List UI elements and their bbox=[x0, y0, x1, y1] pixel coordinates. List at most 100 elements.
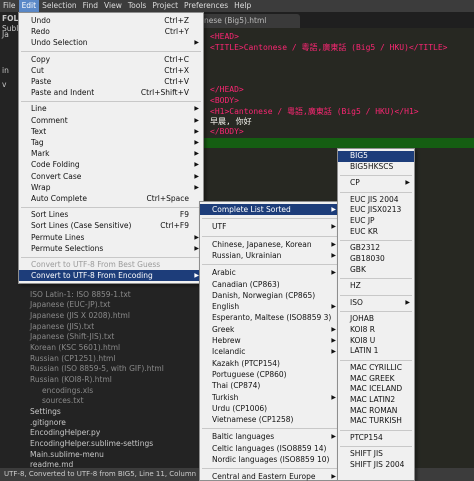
menu-item-nordic-languages-iso8859-10[interactable]: Nordic languages (ISO8859 10) bbox=[200, 454, 340, 465]
menu-edit[interactable]: Edit bbox=[18, 0, 40, 12]
sidebar-file[interactable]: Main.sublime-menu bbox=[30, 450, 104, 459]
menu-item-gbk[interactable]: GBK bbox=[338, 265, 414, 276]
menu-item-celtic-languages-iso8859-14[interactable]: Celtic languages (ISO8859 14) bbox=[200, 443, 340, 454]
menu-item-portuguese-cp860[interactable]: Portuguese (CP860) bbox=[200, 369, 340, 380]
menu-item-cp[interactable]: CP ▶ bbox=[338, 178, 414, 189]
menu-item-mac-latin2[interactable]: MAC LATIN2 bbox=[338, 395, 414, 406]
menu-item-shift-jis-2004[interactable]: SHIFT JIS 2004 bbox=[338, 460, 414, 471]
submenu-arrow-icon: ▶ bbox=[405, 179, 410, 187]
menu-selection[interactable]: Selection bbox=[39, 0, 80, 12]
menu-item-canadian-cp863[interactable]: Canadian (CP863) bbox=[200, 279, 340, 290]
menu-item-kazakh-ptcp154[interactable]: Kazakh (PTCP154) bbox=[200, 358, 340, 369]
menu-project[interactable]: Project bbox=[149, 0, 181, 12]
menu-item-english[interactable]: English ▶ bbox=[200, 301, 340, 312]
menu-item-undo[interactable]: Undo Ctrl+Z bbox=[19, 15, 203, 26]
menu-item-euc-jp[interactable]: EUC JP bbox=[338, 216, 414, 227]
sidebar-file[interactable]: encodings.xls bbox=[42, 386, 93, 395]
sidebar-folder[interactable]: v bbox=[2, 80, 6, 89]
sidebar-file[interactable]: Russian (CP1251).html bbox=[30, 354, 115, 363]
menu-item-iso[interactable]: ISO ▶ bbox=[338, 298, 414, 309]
menu-item-koi8-r[interactable]: KOI8 R bbox=[338, 325, 414, 336]
file-tab[interactable]: nese (Big5).html bbox=[200, 14, 300, 28]
menu-item-sort-lines[interactable]: Sort Lines F9 bbox=[19, 209, 203, 220]
sidebar-file[interactable]: Russian (ISO 8859-5, with GIF).html bbox=[30, 364, 164, 373]
menu-item-undo-selection[interactable]: Undo Selection ▶ bbox=[19, 37, 203, 48]
menu-help[interactable]: Help bbox=[231, 0, 254, 12]
menu-item-mac-turkish[interactable]: MAC TURKISH bbox=[338, 416, 414, 427]
menu-item-cut[interactable]: Cut Ctrl+X bbox=[19, 65, 203, 76]
menu-item-euc-kr[interactable]: EUC KR bbox=[338, 227, 414, 238]
menu-item-mac-roman[interactable]: MAC ROMAN bbox=[338, 406, 414, 417]
menu-item-mac-cyrillic[interactable]: MAC CYRILLIC bbox=[338, 363, 414, 374]
sidebar-file[interactable]: EncodingHelper.py bbox=[30, 428, 100, 437]
menu-item-danish-norwegian-cp865[interactable]: Danish, Norwegian (CP865) bbox=[200, 290, 340, 301]
menu-item-auto-complete[interactable]: Auto Complete Ctrl+Space bbox=[19, 193, 203, 204]
menu-item-code-folding[interactable]: Code Folding ▶ bbox=[19, 159, 203, 170]
menu-find[interactable]: Find bbox=[80, 0, 101, 12]
menu-item-thai-cp874[interactable]: Thai (CP874) bbox=[200, 380, 340, 391]
menu-item-hz[interactable]: HZ bbox=[338, 281, 414, 292]
menu-item-baltic-languages[interactable]: Baltic languages ▶ bbox=[200, 431, 340, 442]
menu-item-gb2312[interactable]: GB2312 bbox=[338, 243, 414, 254]
menu-item-greek[interactable]: Greek ▶ bbox=[200, 324, 340, 335]
menu-item-complete-list-sorted[interactable]: Complete List Sorted ▶ bbox=[200, 204, 340, 216]
menu-item-johab[interactable]: JOHAB bbox=[338, 314, 414, 325]
menu-item-paste-and-indent[interactable]: Paste and Indent Ctrl+Shift+V bbox=[19, 87, 203, 98]
menu-item-mac-greek[interactable]: MAC GREEK bbox=[338, 374, 414, 385]
sidebar-file[interactable]: sources.txt bbox=[42, 396, 84, 405]
menu-item-label: Code Folding bbox=[31, 160, 80, 170]
menu-item-convert-case[interactable]: Convert Case ▶ bbox=[19, 171, 203, 182]
sidebar-folder[interactable]: in bbox=[2, 66, 9, 75]
menu-item-tag[interactable]: Tag ▶ bbox=[19, 137, 203, 148]
menu-item-ptcp154[interactable]: PTCP154 bbox=[338, 433, 414, 444]
menu-tools[interactable]: Tools bbox=[125, 0, 149, 12]
menu-item-sort-lines-case-sensitive[interactable]: Sort Lines (Case Sensitive) Ctrl+F9 bbox=[19, 220, 203, 231]
menu-item-utf[interactable]: UTF ▶ bbox=[200, 221, 340, 232]
menu-item-euc-jisx0213[interactable]: EUC JISX0213 bbox=[338, 205, 414, 216]
menu-item-text[interactable]: Text ▶ bbox=[19, 126, 203, 137]
menu-item-russian-ukrainian[interactable]: Russian, Ukrainian ▶ bbox=[200, 250, 340, 261]
menu-item-paste[interactable]: Paste Ctrl+V bbox=[19, 76, 203, 87]
menu-item-big5[interactable]: BIG5 bbox=[338, 151, 414, 162]
menu-item-chinese-japanese-korean[interactable]: Chinese, Japanese, Korean ▶ bbox=[200, 239, 340, 250]
sidebar-file[interactable]: EncodingHelper.sublime-settings bbox=[30, 439, 153, 448]
menu-item-redo[interactable]: Redo Ctrl+Y bbox=[19, 26, 203, 37]
menu-item-urdu-cp1006[interactable]: Urdu (CP1006) bbox=[200, 403, 340, 414]
menu-item-mac-iceland[interactable]: MAC ICELAND bbox=[338, 384, 414, 395]
menu-file[interactable]: File bbox=[0, 0, 19, 12]
menu-item-central-and-eastern-europe[interactable]: Central and Eastern Europe ▶ bbox=[200, 471, 340, 481]
menu-item-arabic[interactable]: Arabic ▶ bbox=[200, 267, 340, 278]
menu-item-euc-jis-2004[interactable]: EUC JIS 2004 bbox=[338, 195, 414, 206]
sidebar-folder[interactable]: Ja bbox=[2, 30, 9, 39]
menu-item-permute-lines[interactable]: Permute Lines ▶ bbox=[19, 232, 203, 243]
menu-item-gb18030[interactable]: GB18030 bbox=[338, 254, 414, 265]
menu-item-turkish[interactable]: Turkish ▶ bbox=[200, 392, 340, 403]
sidebar-file[interactable]: Japanese (JIS X 0208).html bbox=[30, 311, 130, 320]
menu-preferences[interactable]: Preferences bbox=[181, 0, 231, 12]
sidebar-file[interactable]: Japanese (JIS).txt bbox=[30, 322, 94, 331]
sidebar-file[interactable]: .gitignore bbox=[30, 418, 66, 427]
sidebar-file[interactable]: Russian (KOI8-R).html bbox=[30, 375, 112, 384]
sidebar-file[interactable]: Korean (KSC 5601).html bbox=[30, 343, 120, 352]
menu-separator bbox=[21, 256, 201, 258]
sidebar-file[interactable]: Japanese (Shift-JIS).txt bbox=[30, 332, 114, 341]
menu-view[interactable]: View bbox=[101, 0, 125, 12]
sidebar-file[interactable]: ISO Latin-1: ISO 8859-1.txt bbox=[30, 290, 131, 299]
menu-item-koi8-u[interactable]: KOI8 U bbox=[338, 336, 414, 347]
menu-item-vietnamese-cp1258[interactable]: Vietnamese (CP1258) bbox=[200, 414, 340, 425]
menu-item-icelandic[interactable]: Icelandic ▶ bbox=[200, 346, 340, 357]
menu-item-permute-selections[interactable]: Permute Selections ▶ bbox=[19, 243, 203, 254]
menu-item-copy[interactable]: Copy Ctrl+C bbox=[19, 54, 203, 65]
menu-item-esperanto-maltese-iso8859-3[interactable]: Esperanto, Maltese (ISO8859 3) bbox=[200, 312, 340, 323]
menu-item-shift-jis[interactable]: SHIFT JIS bbox=[338, 449, 414, 460]
menu-item-latin-1[interactable]: LATIN 1 bbox=[338, 346, 414, 357]
menu-item-hebrew[interactable]: Hebrew ▶ bbox=[200, 335, 340, 346]
sidebar-file[interactable]: Japanese (EUC-JP).txt bbox=[30, 300, 110, 309]
menu-item-convert-to-utf-8-from-encoding[interactable]: Convert to UTF-8 From Encoding ▶ bbox=[19, 270, 203, 282]
menu-item-line[interactable]: Line ▶ bbox=[19, 103, 203, 114]
menu-item-mark[interactable]: Mark ▶ bbox=[19, 148, 203, 159]
menu-item-comment[interactable]: Comment ▶ bbox=[19, 115, 203, 126]
menu-item-big5hkscs[interactable]: BIG5HKSCS bbox=[338, 162, 414, 173]
menu-item-wrap[interactable]: Wrap ▶ bbox=[19, 182, 203, 193]
sidebar-file[interactable]: Settings bbox=[30, 407, 61, 416]
